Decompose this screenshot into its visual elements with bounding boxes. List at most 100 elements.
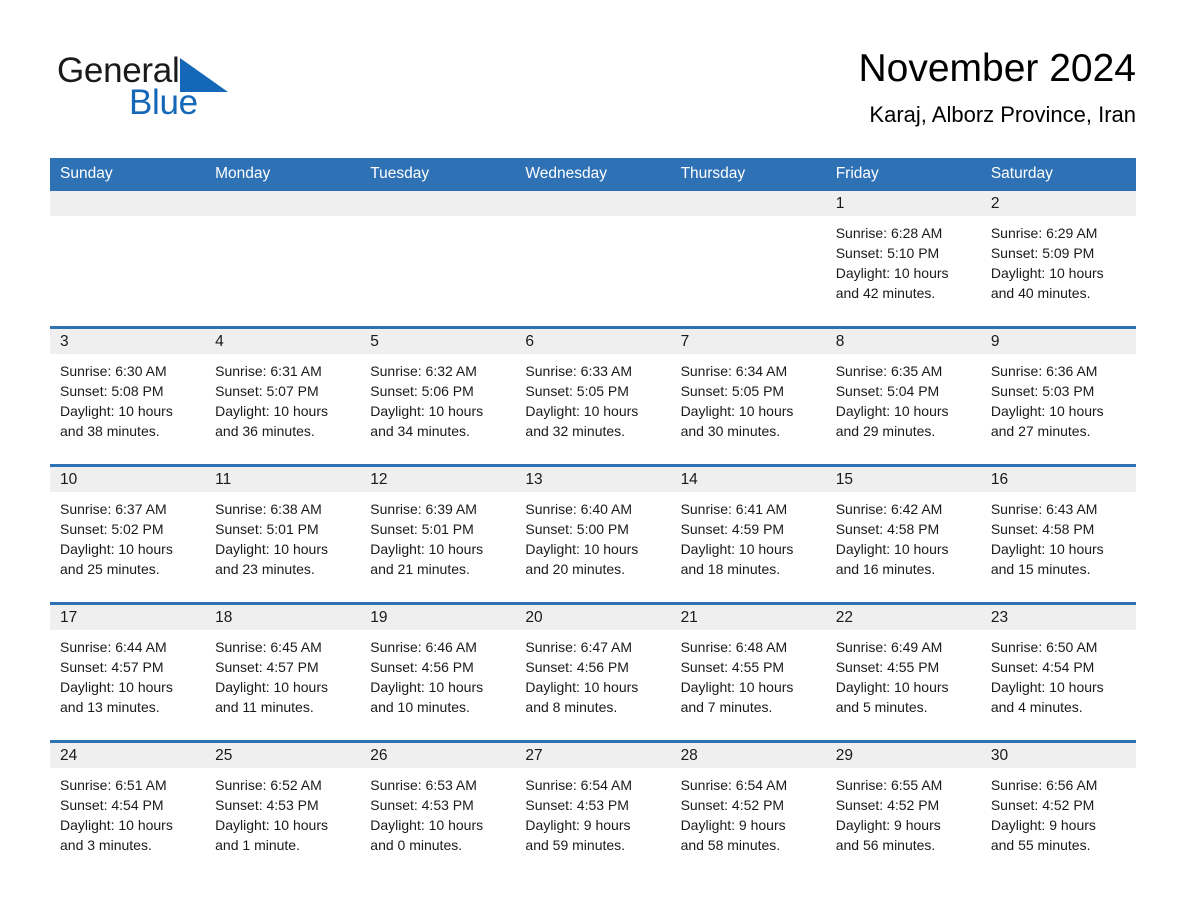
day-info: Sunrise: 6:55 AM Sunset: 4:52 PM Dayligh… [826,768,981,872]
daylight-text-line1: Daylight: 10 hours [60,403,173,419]
calendar-day-cell[interactable]: 30 Sunrise: 6:56 AM Sunset: 4:52 PM Dayl… [980,740,1136,878]
day-number: 8 [825,329,981,354]
weekday-header-tuesday: Tuesday [360,158,516,191]
sunset-text: Sunset: 5:09 PM [990,245,1095,261]
day-number: 9 [980,329,1136,354]
sunrise-text: Sunrise: 6:30 AM [60,363,167,379]
daylight-text-line1: Daylight: 10 hours [525,403,639,419]
general-blue-logo: General Blue [57,52,317,122]
sunrise-text: Sunrise: 6:56 AM [990,777,1098,793]
weekday-header-sunday: Sunday [50,158,206,191]
calendar-day-cell[interactable]: 24 Sunrise: 6:51 AM Sunset: 4:54 PM Dayl… [50,740,206,878]
day-number: 11 [205,467,361,492]
calendar-day-cell[interactable]: 23 Sunrise: 6:50 AM Sunset: 4:54 PM Dayl… [980,602,1136,742]
day-info: Sunrise: 6:30 AM Sunset: 5:08 PM Dayligh… [50,354,205,458]
day-info: Sunrise: 6:37 AM Sunset: 5:02 PM Dayligh… [50,492,205,596]
sunset-text: Sunset: 5:06 PM [370,383,474,399]
calendar-day-cell[interactable]: 3 Sunrise: 6:30 AM Sunset: 5:08 PM Dayli… [50,326,206,466]
calendar-day-cell[interactable]: 5 Sunrise: 6:32 AM Sunset: 5:06 PM Dayli… [360,326,516,466]
calendar-day-cell[interactable] [50,191,206,328]
sunset-text: Sunset: 5:04 PM [835,383,940,399]
day-info: Sunrise: 6:54 AM Sunset: 4:52 PM Dayligh… [671,768,826,872]
sunrise-text: Sunrise: 6:35 AM [835,363,943,379]
calendar-day-cell[interactable]: 9 Sunrise: 6:36 AM Sunset: 5:03 PM Dayli… [980,326,1136,466]
calendar-day-cell[interactable]: 22 Sunrise: 6:49 AM Sunset: 4:55 PM Dayl… [825,602,981,742]
day-number [515,191,671,216]
sunset-text: Sunset: 5:03 PM [990,383,1095,399]
calendar-day-cell[interactable] [360,191,516,328]
sunrise-text: Sunrise: 6:43 AM [990,501,1098,517]
daylight-text-line1: Daylight: 10 hours [990,541,1104,557]
sunset-text: Sunset: 4:56 PM [525,659,629,675]
calendar-day-cell[interactable]: 26 Sunrise: 6:53 AM Sunset: 4:53 PM Dayl… [360,740,516,878]
calendar-day-cell[interactable] [670,191,826,328]
day-number: 21 [670,605,826,630]
calendar-day-cell[interactable]: 17 Sunrise: 6:44 AM Sunset: 4:57 PM Dayl… [50,602,206,742]
day-number: 12 [360,467,516,492]
daylight-text-line2: and 32 minutes. [525,423,626,439]
calendar-day-cell[interactable]: 28 Sunrise: 6:54 AM Sunset: 4:52 PM Dayl… [670,740,826,878]
day-number: 4 [205,329,361,354]
day-number: 23 [980,605,1136,630]
day-info: Sunrise: 6:39 AM Sunset: 5:01 PM Dayligh… [360,492,515,596]
sunset-text: Sunset: 5:01 PM [370,521,474,537]
day-info: Sunrise: 6:50 AM Sunset: 4:54 PM Dayligh… [981,630,1136,734]
sunrise-text: Sunrise: 6:55 AM [835,777,943,793]
calendar-day-cell[interactable]: 20 Sunrise: 6:47 AM Sunset: 4:56 PM Dayl… [515,602,671,742]
sunrise-text: Sunrise: 6:54 AM [525,777,633,793]
calendar-day-cell[interactable]: 18 Sunrise: 6:45 AM Sunset: 4:57 PM Dayl… [205,602,361,742]
daylight-text-line2: and 4 minutes. [990,699,1083,715]
calendar-day-cell[interactable]: 13 Sunrise: 6:40 AM Sunset: 5:00 PM Dayl… [515,464,671,604]
calendar-day-cell[interactable]: 10 Sunrise: 6:37 AM Sunset: 5:02 PM Dayl… [50,464,206,604]
calendar-day-cell[interactable]: 21 Sunrise: 6:48 AM Sunset: 4:55 PM Dayl… [670,602,826,742]
sunset-text: Sunset: 5:07 PM [215,383,319,399]
sunrise-text: Sunrise: 6:34 AM [680,363,788,379]
calendar-day-cell[interactable]: 27 Sunrise: 6:54 AM Sunset: 4:53 PM Dayl… [515,740,671,878]
daylight-text-line1: Daylight: 10 hours [835,403,949,419]
sunrise-text: Sunrise: 6:32 AM [370,363,477,379]
daylight-text-line1: Daylight: 10 hours [680,679,794,695]
day-number [205,191,361,216]
calendar-day-cell[interactable]: 1 Sunrise: 6:28 AM Sunset: 5:10 PM Dayli… [825,191,981,328]
calendar-day-cell[interactable]: 29 Sunrise: 6:55 AM Sunset: 4:52 PM Dayl… [825,740,981,878]
weekday-header-saturday: Saturday [980,158,1136,191]
calendar-day-cell[interactable]: 2 Sunrise: 6:29 AM Sunset: 5:09 PM Dayli… [980,191,1136,328]
day-info: Sunrise: 6:31 AM Sunset: 5:07 PM Dayligh… [205,354,360,458]
day-number: 7 [670,329,826,354]
calendar-day-cell[interactable]: 15 Sunrise: 6:42 AM Sunset: 4:58 PM Dayl… [825,464,981,604]
calendar-day-cell[interactable]: 6 Sunrise: 6:33 AM Sunset: 5:05 PM Dayli… [515,326,671,466]
day-info: Sunrise: 6:29 AM Sunset: 5:09 PM Dayligh… [981,216,1136,320]
sunset-text: Sunset: 4:53 PM [370,797,474,813]
calendar-day-cell[interactable] [205,191,361,328]
calendar-day-cell[interactable]: 12 Sunrise: 6:39 AM Sunset: 5:01 PM Dayl… [360,464,516,604]
calendar-week-row: 3 Sunrise: 6:30 AM Sunset: 5:08 PM Dayli… [50,326,1136,466]
page-header: General Blue November 2024 Karaj, Alborz… [0,0,1188,158]
daylight-text-line2: and 42 minutes. [835,285,936,301]
daylight-text-line1: Daylight: 10 hours [680,541,794,557]
daylight-text-line2: and 1 minute. [215,837,300,853]
daylight-text-line2: and 3 minutes. [60,837,152,853]
calendar-day-cell[interactable]: 25 Sunrise: 6:52 AM Sunset: 4:53 PM Dayl… [205,740,361,878]
day-info: Sunrise: 6:51 AM Sunset: 4:54 PM Dayligh… [50,768,205,872]
calendar-day-cell[interactable] [515,191,671,328]
calendar-day-cell[interactable]: 7 Sunrise: 6:34 AM Sunset: 5:05 PM Dayli… [670,326,826,466]
calendar-day-cell[interactable]: 14 Sunrise: 6:41 AM Sunset: 4:59 PM Dayl… [670,464,826,604]
calendar-day-cell[interactable]: 11 Sunrise: 6:38 AM Sunset: 5:01 PM Dayl… [205,464,361,604]
calendar-week-row: 17 Sunrise: 6:44 AM Sunset: 4:57 PM Dayl… [50,602,1136,742]
sunrise-text: Sunrise: 6:40 AM [525,501,633,517]
calendar-day-cell[interactable]: 19 Sunrise: 6:46 AM Sunset: 4:56 PM Dayl… [360,602,516,742]
calendar-day-cell[interactable]: 16 Sunrise: 6:43 AM Sunset: 4:58 PM Dayl… [980,464,1136,604]
daylight-text-line2: and 34 minutes. [370,423,470,439]
calendar-day-cell[interactable]: 8 Sunrise: 6:35 AM Sunset: 5:04 PM Dayli… [825,326,981,466]
sunrise-text: Sunrise: 6:52 AM [215,777,322,793]
day-number: 22 [825,605,981,630]
day-info: Sunrise: 6:47 AM Sunset: 4:56 PM Dayligh… [515,630,670,734]
daylight-text-line2: and 55 minutes. [990,837,1091,853]
day-number: 14 [670,467,826,492]
day-info: Sunrise: 6:28 AM Sunset: 5:10 PM Dayligh… [826,216,981,320]
day-number: 2 [980,191,1136,216]
daylight-text-line2: and 0 minutes. [370,837,463,853]
calendar-day-cell[interactable]: 4 Sunrise: 6:31 AM Sunset: 5:07 PM Dayli… [205,326,361,466]
daylight-text-line1: Daylight: 10 hours [60,679,173,695]
daylight-text-line2: and 20 minutes. [525,561,626,577]
